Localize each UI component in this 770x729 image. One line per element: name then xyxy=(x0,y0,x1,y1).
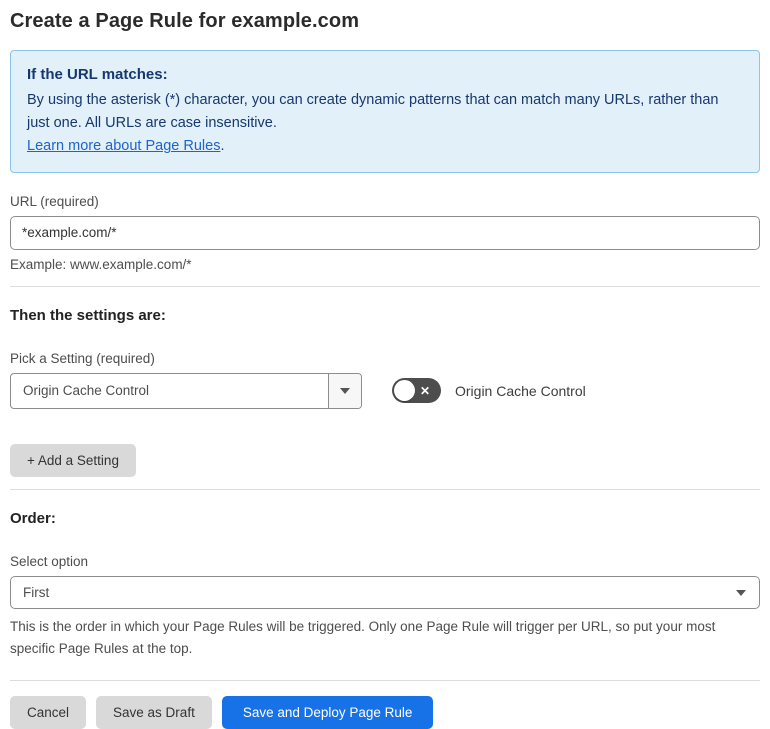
order-select[interactable]: First xyxy=(10,576,760,610)
info-box-heading: If the URL matches: xyxy=(27,66,168,83)
toggle-off-icon: ✕ xyxy=(420,383,431,398)
info-box: If the URL matches: By using the asteris… xyxy=(10,50,760,173)
divider xyxy=(10,285,760,287)
add-setting-button[interactable]: + Add a Setting xyxy=(10,443,136,478)
order-heading: Order: xyxy=(10,510,56,528)
save-as-draft-button[interactable]: Save as Draft xyxy=(96,695,212,729)
toggle-label: Origin Cache Control xyxy=(455,382,586,399)
select-option-label: Select option xyxy=(10,554,89,570)
link-suffix: . xyxy=(220,138,225,155)
toggle-knob xyxy=(394,380,415,402)
origin-cache-control-toggle[interactable]: ✕ xyxy=(392,378,441,404)
url-example-text: Example: www.example.com/* xyxy=(10,256,192,272)
save-and-deploy-button[interactable]: Save and Deploy Page Rule xyxy=(221,695,434,729)
learn-more-link[interactable]: Learn more about Page Rules xyxy=(27,138,220,154)
divider xyxy=(10,489,760,491)
caret-down-icon xyxy=(736,589,746,596)
setting-select[interactable]: Origin Cache Control xyxy=(10,372,362,409)
settings-heading: Then the settings are: xyxy=(10,306,166,324)
page-title: Create a Page Rule for example.com xyxy=(10,10,360,32)
order-select-value: First xyxy=(23,585,50,601)
caret-down-icon xyxy=(340,387,350,394)
info-box-body: By using the asterisk (*) character, you… xyxy=(27,92,719,132)
info-box-link-line: Learn more about Page Rules. xyxy=(27,135,743,158)
setting-select-value: Origin Cache Control xyxy=(23,383,150,399)
pick-setting-label: Pick a Setting (required) xyxy=(10,350,155,366)
setting-select-caret-button[interactable] xyxy=(328,373,361,408)
url-input[interactable] xyxy=(10,215,760,250)
settings-row: Origin Cache Control ✕ Origin Cache Cont… xyxy=(10,372,760,409)
cancel-button[interactable]: Cancel xyxy=(10,695,87,729)
footer-actions: Cancel Save as Draft Save and Deploy Pag… xyxy=(10,695,760,729)
url-label: URL (required) xyxy=(10,193,99,209)
order-help-text: This is the order in which your Page Rul… xyxy=(10,619,716,657)
divider xyxy=(10,679,760,681)
